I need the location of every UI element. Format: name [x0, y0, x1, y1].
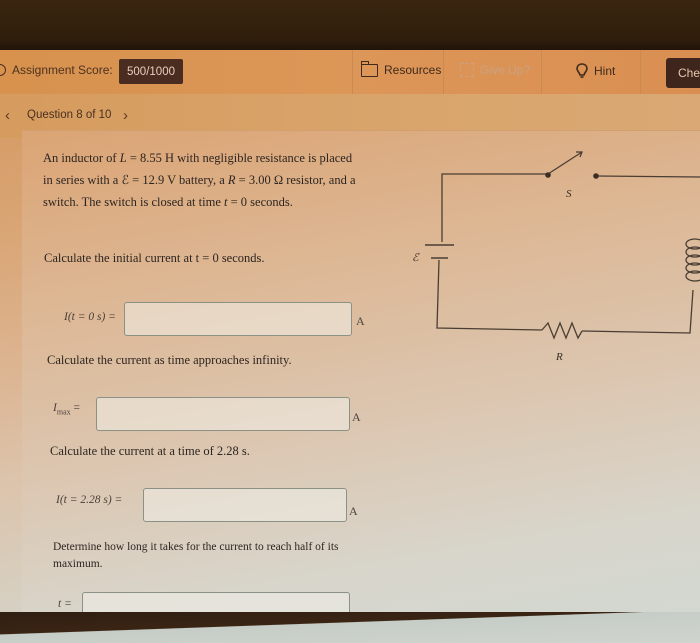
wire-top-right [595, 175, 700, 178]
assignment-score-label: Assignment Score: [12, 63, 113, 77]
switch-arm [547, 151, 583, 175]
monitor-lower-bezel [0, 612, 700, 643]
top-toolbar: Assignment Score: 500/1000 Resources Giv… [0, 50, 700, 95]
resistor-label: R [555, 351, 563, 363]
wire-bottom-right [581, 289, 694, 334]
wire-left-bottom [436, 259, 543, 331]
part-1-label: I(t = 0 s) = [64, 311, 116, 323]
resources-button[interactable]: Resources [360, 60, 442, 77]
part-3-unit: A [349, 504, 358, 518]
part-3-prompt: Calculate the current at a time of 2.28 … [50, 444, 250, 458]
battery-label: ℰ [412, 252, 420, 264]
give-up-icon [460, 63, 474, 77]
current-at-time-input[interactable] [143, 488, 347, 522]
toolbar-divider [352, 50, 353, 94]
lightbulb-icon [576, 63, 588, 78]
question-counter: Question 8 of 10 [27, 109, 112, 121]
toolbar-divider [443, 50, 444, 94]
wire-top-left [441, 173, 548, 242]
part-2-unit: A [352, 410, 361, 424]
equals-sign: = [70, 402, 81, 414]
part-4-prompt: Determine how long it takes for the curr… [53, 541, 339, 570]
part-2-prompt: Calculate the current as time approaches… [47, 353, 292, 367]
folder-icon [360, 60, 378, 77]
problem-text: = 0 seconds. [227, 195, 293, 209]
give-up-label: Give Up? [480, 63, 531, 77]
inductance-symbol: L [119, 151, 127, 165]
next-question-icon[interactable]: › [123, 107, 128, 124]
problem-text: An inductor of [43, 151, 120, 165]
hint-button[interactable]: Hint [576, 63, 615, 79]
resources-label: Resources [384, 63, 442, 77]
part-1-prompt: Calculate the initial current at t = 0 s… [44, 251, 265, 265]
part-2-label: Imax = [53, 402, 80, 416]
hint-label: Hint [594, 64, 616, 78]
problem-text: = 12.9 V battery, a [129, 173, 228, 187]
resistor-zigzag [541, 321, 583, 340]
part-4-label: t = [58, 598, 72, 610]
emf-symbol: ℰ [121, 173, 130, 187]
rl-circuit-diagram: S ℰ R [412, 151, 700, 363]
toolbar-divider [541, 50, 542, 94]
toolbar-divider [640, 50, 641, 94]
part-3-label: I(t = 2.28 s) = [56, 494, 123, 506]
switch-terminal [545, 172, 551, 178]
switch-terminal [593, 173, 599, 179]
part-1-unit: A [356, 314, 365, 328]
assignment-score-value: 500/1000 [119, 59, 183, 84]
max-current-input[interactable] [96, 397, 350, 431]
monitor-bezel [0, 0, 700, 50]
imax-subscript: max [56, 407, 71, 417]
give-up-button[interactable]: Give Up? [460, 63, 530, 77]
inductor-coil [685, 238, 700, 282]
initial-current-input[interactable] [124, 302, 352, 336]
resistance-symbol: R [227, 173, 236, 187]
problem-statement: An inductor of L = 8.55 H with negligibl… [43, 147, 363, 213]
switch-label: S [566, 188, 572, 200]
check-answer-button[interactable]: Che [666, 58, 700, 88]
score-icon [0, 64, 6, 76]
previous-question-icon[interactable]: ‹ [5, 107, 10, 124]
